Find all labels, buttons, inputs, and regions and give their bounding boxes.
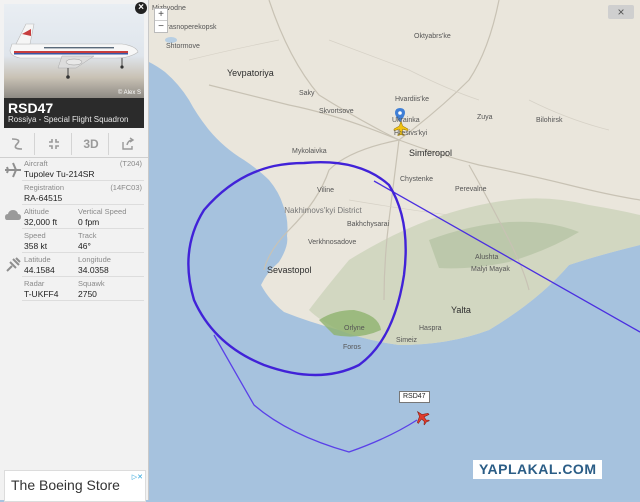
map-label-orlyne: Orlyne: [344, 325, 365, 332]
map-label-zuya: Zuya: [477, 114, 493, 121]
flight-label-rsd47[interactable]: RSD47: [399, 391, 430, 403]
flight-info-panel: © Alex S × RSD47 Rossiya - Special Fligh…: [0, 0, 149, 502]
map-canvas: [149, 0, 640, 500]
map-label-yalta: Yalta: [451, 305, 471, 315]
radar-row: Radar T-UKFF4 Squawk 2750: [22, 277, 144, 301]
map-label-hvardiiske: Hvardiis'ke: [395, 96, 430, 103]
route-button[interactable]: [0, 133, 35, 155]
altitude-value: 32,000 ft: [24, 217, 58, 227]
ad-text: The Boeing Store: [11, 477, 120, 493]
map-label-krasnoperekopsk: Krasnoperekopsk: [162, 24, 217, 31]
adchoices-icon[interactable]: ▷✕: [132, 473, 143, 481]
fullscreen-icon: [49, 139, 59, 149]
panel-toolbar: 3D: [0, 131, 148, 158]
latitude-label: Latitude: [24, 255, 51, 264]
aircraft-value: Tupolev Tu-214SR: [24, 169, 95, 179]
map-label-sevastopol: Sevastopol: [267, 265, 312, 275]
longitude-value: 34.0358: [78, 265, 109, 275]
satellite-icon: [6, 257, 21, 272]
map-label-chystenke: Chystenke: [400, 176, 434, 183]
registration-label: Registration: [24, 183, 65, 192]
map-label-malyi-mayak: Malyi Mayak: [471, 266, 510, 273]
close-panel-button[interactable]: ×: [135, 2, 147, 14]
map-label-simeiz: Simeiz: [396, 337, 418, 344]
map-close-button[interactable]: ×: [608, 5, 634, 19]
view-3d-button[interactable]: 3D: [74, 133, 109, 155]
aircraft-type-code: (T204): [119, 159, 142, 168]
map-label-bakhchysarai: Bakhchysarai: [347, 221, 390, 228]
share-icon: [122, 137, 135, 150]
map-label-ukrainka: Ukrainka: [392, 117, 420, 124]
latitude-value: 44.1584: [24, 265, 55, 275]
altitude-row: Altitude 32,000 ft Vertical Speed 0 fpm: [22, 205, 144, 229]
aircraft-photo[interactable]: © Alex S: [4, 4, 144, 98]
map-label-bilohirsk: Bilohirsk: [536, 117, 563, 124]
zoom-control: + −: [154, 8, 168, 33]
map-label-nakhimovskyi: Nakhimovs'kyi District: [284, 206, 362, 215]
advertisement[interactable]: The Boeing Store ▷✕: [4, 470, 146, 502]
registration-code: (14FC03): [110, 183, 142, 192]
map-label-haspra: Haspra: [419, 325, 442, 332]
zoom-in-button[interactable]: +: [155, 9, 167, 21]
map-label-verkhnosadove: Verkhnosadove: [308, 239, 357, 246]
aircraft-row: Aircraft (T204) Tupolev Tu-214SR: [22, 158, 144, 181]
cloud-icon: [5, 210, 21, 220]
map-label-skvortsove: Skvortsove: [319, 108, 354, 115]
position-row: Latitude 44.1584 Longitude 34.0358: [22, 253, 144, 277]
squawk-label: Squawk: [78, 279, 105, 288]
share-button[interactable]: [111, 133, 145, 155]
photo-credit: © Alex S: [117, 90, 141, 96]
altitude-label: Altitude: [24, 207, 50, 216]
fullscreen-button[interactable]: [37, 133, 72, 155]
longitude-label: Longitude: [78, 255, 111, 264]
vertical-speed-label: Vertical Speed: [78, 207, 127, 216]
radar-label: Radar: [24, 279, 45, 288]
speed-value: 358 kt: [24, 241, 48, 251]
aircraft-photo-image: [9, 23, 139, 79]
track-value: 46°: [78, 241, 91, 251]
squawk-value: 2750: [78, 289, 97, 299]
map-label-viline: Viline: [317, 187, 334, 194]
airplane-icon: [5, 162, 21, 178]
registration-value: RA-64515: [24, 193, 63, 203]
track-label: Track: [78, 231, 97, 240]
map-label-yevpatoriya: Yevpatoriya: [227, 68, 274, 78]
flight-callsign: RSD47: [8, 100, 54, 116]
map-label-foros: Foros: [343, 344, 361, 351]
map-label-perevalne: Perevalne: [455, 186, 487, 193]
map-label-hresivskyi: Hresivs'kyi: [394, 130, 428, 137]
map-label-saky: Saky: [299, 90, 315, 97]
map-label-alushta: Alushta: [475, 254, 499, 261]
zoom-out-button[interactable]: −: [155, 21, 167, 32]
speed-row: Speed 358 kt Track 46°: [22, 229, 144, 253]
map-label-simferopol: Simferopol: [409, 148, 453, 158]
watermark: YAPLAKAL.COM: [473, 460, 602, 479]
radar-value: T-UKFF4: [24, 289, 59, 299]
map-label-oktyabrske: Oktyabrs'ke: [414, 33, 451, 40]
speed-label: Speed: [24, 231, 46, 240]
flight-title-bar: RSD47 Rossiya - Special Flight Squadron: [4, 98, 144, 128]
registration-row: Registration (14FC03) RA-64515: [22, 181, 144, 205]
map-label-mykolaivka: Mykolaivka: [292, 148, 327, 155]
map-label-shtormove: Shtormove: [166, 43, 200, 50]
map-view[interactable]: Oktyabrs'ke Krasnoperekopsk Shtormove Mi…: [149, 0, 640, 500]
route-icon: [11, 138, 23, 150]
vertical-speed-value: 0 fpm: [78, 217, 100, 227]
airline-name: Rossiya - Special Flight Squadron: [8, 115, 129, 124]
aircraft-label: Aircraft: [24, 159, 48, 168]
